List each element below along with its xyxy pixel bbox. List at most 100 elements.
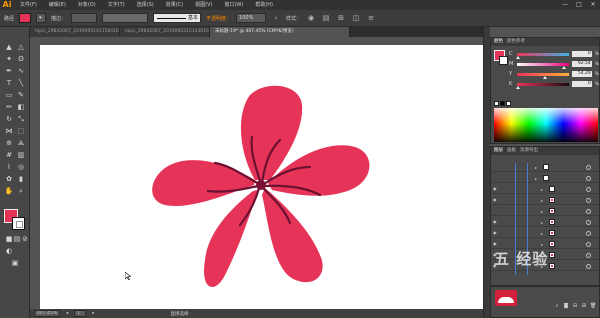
target-circle-icon[interactable] xyxy=(586,220,591,225)
slider-knob[interactable] xyxy=(515,55,520,59)
stroke-weight-field[interactable] xyxy=(71,13,98,23)
target-circle-icon[interactable] xyxy=(586,165,591,170)
target-circle-icon[interactable] xyxy=(586,209,591,214)
recolor-icon[interactable]: ◉ xyxy=(306,13,316,23)
rectangle-tool-icon[interactable]: ▭ xyxy=(4,91,14,100)
close-button[interactable]: ✕ xyxy=(586,0,600,10)
isolate-icon[interactable]: ◫ xyxy=(351,13,361,23)
menu-select[interactable]: 选择(S) xyxy=(131,0,160,10)
magic-wand-icon[interactable]: ✦ xyxy=(4,55,14,64)
panel-collapse-rail[interactable] xyxy=(483,27,490,318)
tab-asset-export[interactable]: 资源导出 xyxy=(520,147,538,155)
tab-document-2[interactable]: hipic_29842067_20190603121436163000.ai @… xyxy=(120,27,210,37)
type-tool-icon[interactable]: T xyxy=(4,79,14,88)
stroke-style-preview[interactable]: 基本 xyxy=(153,13,202,23)
layer-row[interactable]: ▸ xyxy=(491,163,599,172)
menu-edit[interactable]: 编辑(E) xyxy=(43,0,72,10)
target-circle-icon[interactable] xyxy=(586,242,591,247)
expand-arrow-icon[interactable]: ▸ xyxy=(535,176,537,181)
target-circle-icon[interactable] xyxy=(586,198,591,203)
slider-y[interactable]: Y 54.29% xyxy=(509,70,599,79)
curvature-tool-icon[interactable]: ∿ xyxy=(16,67,26,76)
layer-row[interactable]: ◉ ▸ xyxy=(491,185,599,194)
expand-arrow-icon[interactable]: ▸ xyxy=(535,165,537,170)
expand-arrow-icon[interactable]: ▸ xyxy=(541,242,543,247)
menu-help[interactable]: 帮助(H) xyxy=(249,0,279,10)
none-chip[interactable] xyxy=(494,101,499,106)
slider-value-field[interactable]: 54.29 xyxy=(571,71,592,77)
target-circle-icon[interactable] xyxy=(586,187,591,192)
menu-file[interactable]: 文件(F) xyxy=(14,0,43,10)
symbol-sprayer-icon[interactable]: ✿ xyxy=(4,175,14,184)
layer-row[interactable]: ◉ ▸ xyxy=(491,229,599,238)
slider-knob[interactable] xyxy=(542,75,547,79)
align-icon[interactable]: ▤ xyxy=(321,13,331,23)
paintbrush-icon[interactable]: ✎ xyxy=(16,91,26,100)
slider-track[interactable] xyxy=(515,52,569,59)
slider-track[interactable] xyxy=(515,82,569,89)
direct-selection-tool-icon[interactable]: △ xyxy=(16,43,26,52)
color-spectrum[interactable] xyxy=(494,108,598,142)
perspective-grid-icon[interactable]: ⟁ xyxy=(16,139,26,148)
draw-mode-icon[interactable]: ◐ xyxy=(4,247,14,256)
target-circle-icon[interactable] xyxy=(586,231,591,236)
pen-tool-icon[interactable]: ✒ xyxy=(4,67,14,76)
layer-row[interactable]: ◉ ▸ xyxy=(491,196,599,205)
line-tool-icon[interactable]: ╲ xyxy=(16,79,26,88)
maximize-button[interactable]: □ xyxy=(572,0,586,10)
visibility-eye-icon[interactable]: ◉ xyxy=(493,187,498,191)
target-circle-icon[interactable] xyxy=(586,253,591,258)
mesh-tool-icon[interactable]: # xyxy=(4,151,14,160)
opacity-label[interactable]: 不透明度： xyxy=(206,15,231,22)
visibility-eye-icon[interactable]: ◉ xyxy=(493,231,498,235)
artboard[interactable] xyxy=(40,45,483,309)
tab-document-1[interactable]: hipic_29842067_20190601411584163000.ai* … xyxy=(30,27,120,37)
menu-type[interactable]: 文字(T) xyxy=(102,0,131,10)
tab-artboards[interactable]: 画板 xyxy=(507,147,516,155)
locate-object-icon[interactable]: ⌕ xyxy=(554,303,560,309)
layer-row[interactable]: ▸ xyxy=(491,174,599,183)
eraser-icon[interactable]: ◧ xyxy=(16,103,26,112)
tab-layers[interactable]: 图层 xyxy=(494,147,503,155)
rotate-tool-icon[interactable]: ↻ xyxy=(4,115,14,124)
free-transform-icon[interactable]: ⬚ xyxy=(16,127,26,136)
width-tool-icon[interactable]: ⋈ xyxy=(4,127,14,136)
stroke-color-icon[interactable] xyxy=(12,217,25,230)
slider-value-field[interactable]: 92.54 xyxy=(571,61,592,67)
menu-window[interactable]: 窗口(W) xyxy=(218,0,249,10)
artboard-number-field[interactable]: 1 xyxy=(74,310,87,317)
tab-color[interactable]: 颜色 xyxy=(494,38,503,46)
tab-document-active[interactable]: 未标题-19* @ 407.45% (CMYK/预览) xyxy=(210,27,350,37)
zoom-level-field[interactable]: 407.45% xyxy=(34,310,60,317)
zoom-tool-icon[interactable]: ⌕ xyxy=(16,187,26,196)
slider-knob[interactable] xyxy=(562,65,567,69)
flower-artwork[interactable] xyxy=(40,45,483,309)
eyedropper-icon[interactable]: ⌇ xyxy=(4,163,14,172)
expand-arrow-icon[interactable]: ▸ xyxy=(541,187,543,192)
menu-effect[interactable]: 效果(C) xyxy=(160,0,189,10)
trash-icon[interactable]: 🗑 xyxy=(590,303,596,309)
new-sublayer-icon[interactable]: ⊟ xyxy=(572,303,578,309)
menu-object[interactable]: 对象(O) xyxy=(72,0,102,10)
new-layer-icon[interactable]: ⊞ xyxy=(581,303,587,309)
slider-value-field[interactable]: 0 xyxy=(571,81,592,87)
panel-menu-icon[interactable]: ≡ xyxy=(366,13,376,23)
visibility-eye-icon[interactable]: ◉ xyxy=(493,198,498,202)
expand-arrow-icon[interactable]: ▸ xyxy=(541,209,543,214)
fill-color-swatch[interactable] xyxy=(19,13,32,23)
slider-knob[interactable] xyxy=(515,85,520,89)
fill-dropdown[interactable]: ▾ xyxy=(36,13,47,23)
pencil-tool-icon[interactable]: ✏ xyxy=(4,103,14,112)
variable-width-dropdown[interactable] xyxy=(102,13,149,23)
slider-value-field[interactable]: 0 xyxy=(571,51,592,57)
slider-m[interactable]: M 92.54% xyxy=(509,60,599,69)
black-chip[interactable] xyxy=(500,101,505,106)
opacity-field[interactable]: 100% xyxy=(236,13,267,23)
target-circle-icon[interactable] xyxy=(586,176,591,181)
clipping-mask-icon[interactable]: ◙ xyxy=(563,303,569,309)
lasso-icon[interactable]: ʘ xyxy=(16,55,26,64)
expand-arrow-icon[interactable]: ▸ xyxy=(541,220,543,225)
panel-stroke-swatch[interactable] xyxy=(499,56,508,65)
canvas-area[interactable] xyxy=(30,37,483,309)
shape-builder-icon[interactable]: ⊕ xyxy=(4,139,14,148)
